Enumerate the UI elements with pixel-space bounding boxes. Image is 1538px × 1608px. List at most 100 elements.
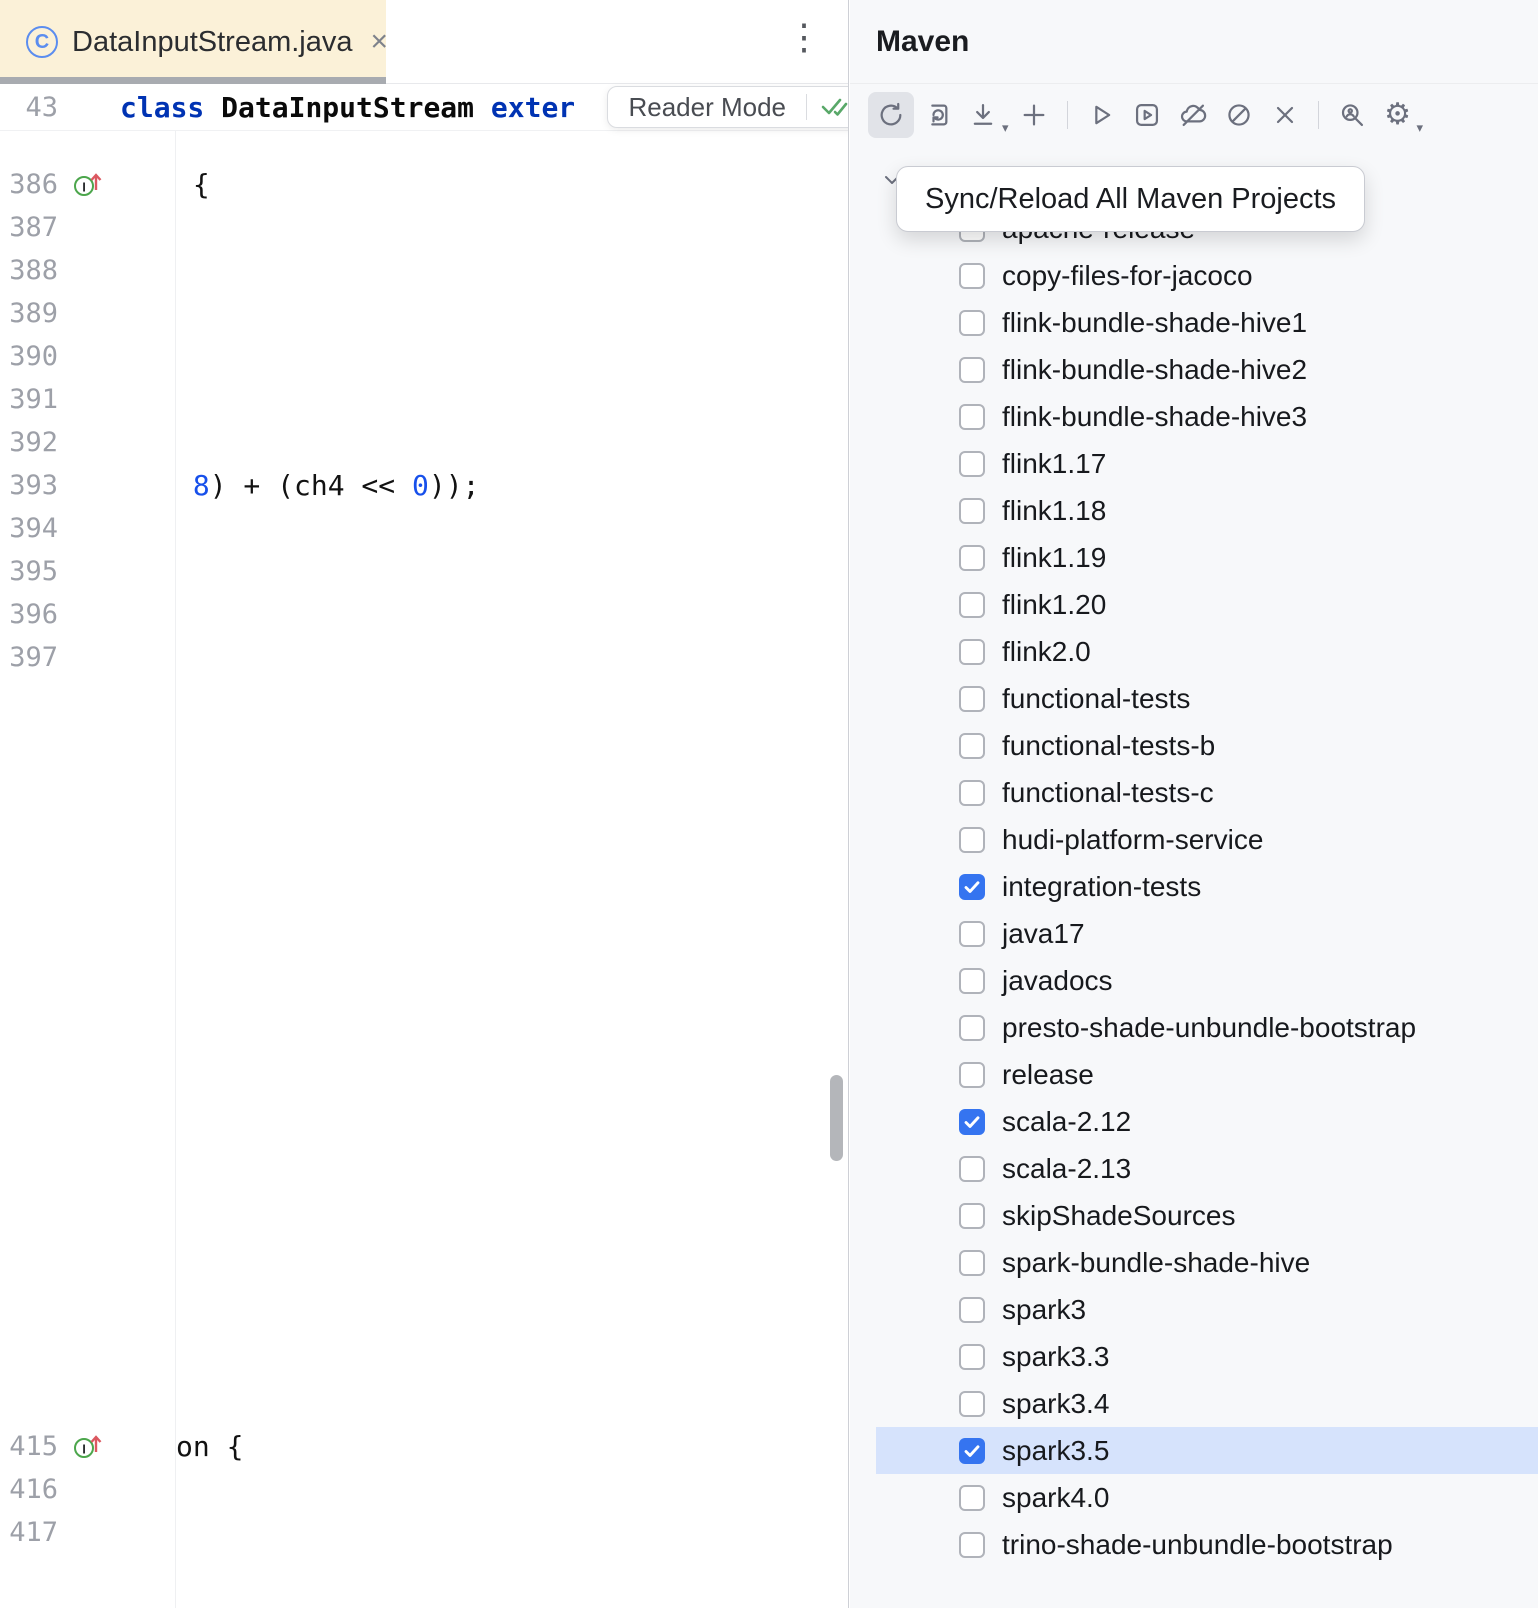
profile-checkbox[interactable]	[959, 356, 985, 383]
reader-mode-label[interactable]: Reader Mode	[608, 92, 806, 123]
profile-checkbox[interactable]	[959, 826, 985, 853]
profile-checkbox[interactable]	[959, 1249, 985, 1276]
tab-datainputstream[interactable]: C DataInputStream.java ×	[0, 0, 388, 84]
profile-checkbox[interactable]	[959, 1531, 985, 1558]
profile-checkbox[interactable]	[959, 1390, 985, 1417]
profile-checkbox[interactable]	[959, 497, 985, 524]
profile-checkbox[interactable]	[959, 1202, 985, 1229]
profile-label[interactable]: hudi-platform-service	[1002, 824, 1263, 856]
editor-options-kebab-icon[interactable]: ⋮	[786, 16, 822, 58]
maven-profile-row[interactable]: skipShadeSources	[876, 1192, 1538, 1239]
profile-label[interactable]: flink1.17	[1002, 448, 1106, 480]
profile-label[interactable]: spark3.4	[1002, 1388, 1109, 1420]
profile-label[interactable]: flink1.20	[1002, 589, 1106, 621]
reader-mode-widget[interactable]: Reader Mode	[607, 86, 848, 128]
profile-checkbox[interactable]	[959, 591, 985, 618]
profile-checkbox[interactable]	[959, 450, 985, 477]
maven-profile-row[interactable]: spark3.5	[876, 1427, 1538, 1474]
maven-profile-row[interactable]: trino-shade-unbundle-bootstrap	[876, 1521, 1538, 1568]
profile-label[interactable]: spark4.0	[1002, 1482, 1109, 1514]
profile-label[interactable]: javadocs	[1002, 965, 1113, 997]
download-sources-button[interactable]	[960, 92, 1006, 138]
profile-label[interactable]: scala-2.13	[1002, 1153, 1131, 1185]
profile-label[interactable]: integration-tests	[1002, 871, 1201, 903]
profile-checkbox[interactable]	[959, 262, 985, 289]
maven-profile-row[interactable]: javadocs	[876, 957, 1538, 1004]
profile-checkbox[interactable]	[959, 732, 985, 759]
profile-label[interactable]: flink-bundle-shade-hive1	[1002, 307, 1307, 339]
sync-reload-button[interactable]	[868, 92, 914, 138]
maven-profile-row[interactable]: scala-2.12	[876, 1098, 1538, 1145]
maven-profile-row[interactable]: flink-bundle-shade-hive1	[876, 299, 1538, 346]
profile-label[interactable]: skipShadeSources	[1002, 1200, 1235, 1232]
maven-profile-row[interactable]: release	[876, 1051, 1538, 1098]
tab-close-icon[interactable]: ×	[370, 27, 388, 57]
profile-checkbox[interactable]	[959, 1437, 985, 1464]
inspections-ok-icon[interactable]	[807, 94, 848, 120]
profile-checkbox[interactable]	[959, 544, 985, 571]
maven-profile-row[interactable]: spark3.3	[876, 1333, 1538, 1380]
implement-marker-icon[interactable]: I	[72, 1432, 102, 1462]
maven-profile-row[interactable]: copy-files-for-jacoco	[876, 252, 1538, 299]
maven-profile-row[interactable]: functional-tests-c	[876, 769, 1538, 816]
profile-checkbox[interactable]	[959, 1296, 985, 1323]
profile-checkbox[interactable]	[959, 1061, 985, 1088]
maven-profile-row[interactable]: flink-bundle-shade-hive2	[876, 346, 1538, 393]
maven-profile-row[interactable]: spark4.0	[876, 1474, 1538, 1521]
profile-label[interactable]: release	[1002, 1059, 1094, 1091]
maven-profile-row[interactable]: flink2.0	[876, 628, 1538, 675]
profile-checkbox[interactable]	[959, 1108, 985, 1135]
profile-checkbox[interactable]	[959, 403, 985, 430]
profile-label[interactable]: spark3	[1002, 1294, 1086, 1326]
maven-profile-row[interactable]: functional-tests	[876, 675, 1538, 722]
profile-checkbox[interactable]	[959, 309, 985, 336]
profile-checkbox[interactable]	[959, 920, 985, 947]
editor-vertical-scrollbar[interactable]	[830, 1075, 843, 1161]
profile-label[interactable]: trino-shade-unbundle-bootstrap	[1002, 1529, 1393, 1561]
execute-goal-button[interactable]	[1124, 92, 1170, 138]
maven-profile-row[interactable]: spark3.4	[876, 1380, 1538, 1427]
maven-profile-row[interactable]: java17	[876, 910, 1538, 957]
analyze-dependencies-button[interactable]	[1329, 92, 1375, 138]
profile-label[interactable]: spark-bundle-shade-hive	[1002, 1247, 1310, 1279]
profile-label[interactable]: flink2.0	[1002, 636, 1091, 668]
implement-marker-icon[interactable]: I	[72, 170, 102, 200]
maven-profile-row[interactable]: functional-tests-b	[876, 722, 1538, 769]
maven-profile-row[interactable]: flink1.20	[876, 581, 1538, 628]
profile-checkbox[interactable]	[959, 1484, 985, 1511]
profile-label[interactable]: presto-shade-unbundle-bootstrap	[1002, 1012, 1416, 1044]
profile-label[interactable]: flink1.19	[1002, 542, 1106, 574]
profile-label[interactable]: scala-2.12	[1002, 1106, 1131, 1138]
profile-label[interactable]: copy-files-for-jacoco	[1002, 260, 1253, 292]
profile-checkbox[interactable]	[959, 638, 985, 665]
add-button[interactable]	[1011, 92, 1057, 138]
maven-profile-row[interactable]: spark-bundle-shade-hive	[876, 1239, 1538, 1286]
maven-profile-row[interactable]: flink1.19	[876, 534, 1538, 581]
maven-profile-row[interactable]: flink-bundle-shade-hive3	[876, 393, 1538, 440]
profile-label[interactable]: spark3.5	[1002, 1435, 1109, 1467]
settings-button[interactable]: ⚙	[1375, 92, 1421, 138]
profile-label[interactable]: functional-tests	[1002, 683, 1190, 715]
maven-profile-row[interactable]: flink1.17	[876, 440, 1538, 487]
maven-profile-row[interactable]: spark3	[876, 1286, 1538, 1333]
maven-profile-row[interactable]: flink1.18	[876, 487, 1538, 534]
profile-checkbox[interactable]	[959, 1014, 985, 1041]
maven-profile-row[interactable]: hudi-platform-service	[876, 816, 1538, 863]
profile-label[interactable]: functional-tests-b	[1002, 730, 1215, 762]
toggle-offline-button[interactable]	[1170, 92, 1216, 138]
profile-checkbox[interactable]	[959, 1155, 985, 1182]
profile-checkbox[interactable]	[959, 873, 985, 900]
profile-label[interactable]: spark3.3	[1002, 1341, 1109, 1373]
skip-tests-button[interactable]	[1216, 92, 1262, 138]
profile-label[interactable]: flink-bundle-shade-hive3	[1002, 401, 1307, 433]
profile-label[interactable]: java17	[1002, 918, 1085, 950]
maven-profile-row[interactable]: presto-shade-unbundle-bootstrap	[876, 1004, 1538, 1051]
profile-label[interactable]: flink1.18	[1002, 495, 1106, 527]
profile-checkbox[interactable]	[959, 779, 985, 806]
run-button[interactable]	[1078, 92, 1124, 138]
profile-label[interactable]: flink-bundle-shade-hive2	[1002, 354, 1307, 386]
close-button[interactable]	[1262, 92, 1308, 138]
profile-checkbox[interactable]	[959, 967, 985, 994]
maven-profile-row[interactable]: scala-2.13	[876, 1145, 1538, 1192]
profile-checkbox[interactable]	[959, 1343, 985, 1370]
